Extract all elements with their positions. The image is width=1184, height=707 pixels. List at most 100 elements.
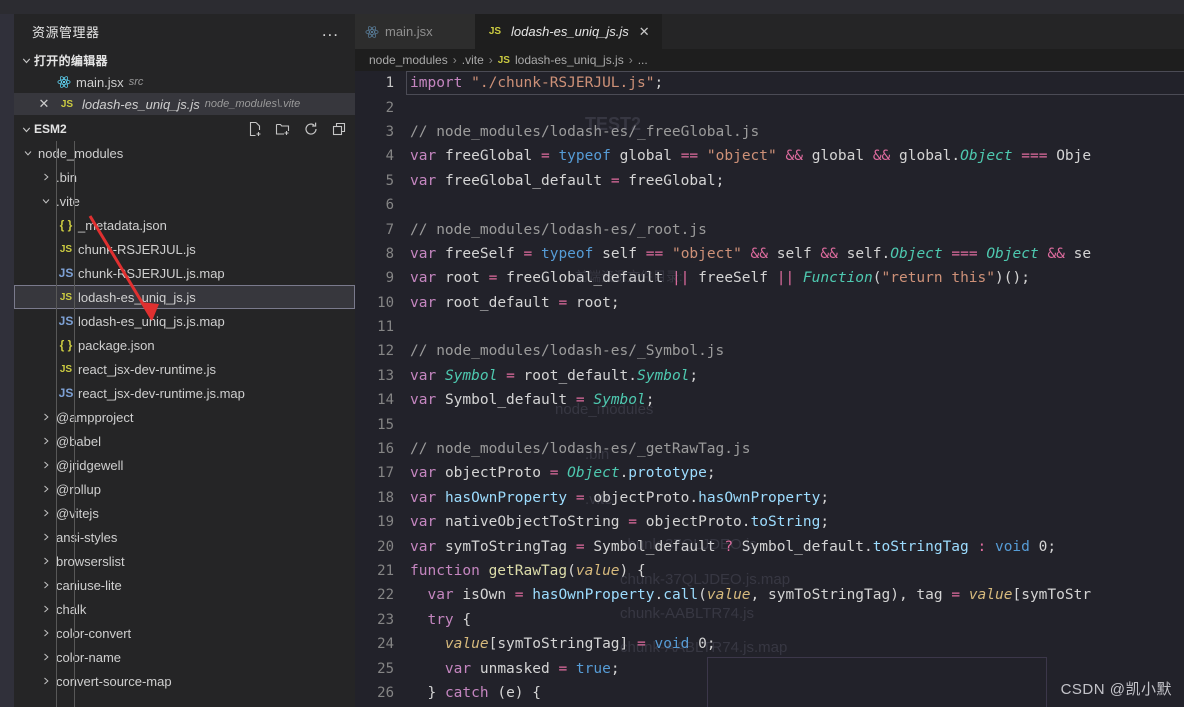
tree-item--vite[interactable]: .vite	[14, 189, 355, 213]
activity-bar[interactable]	[0, 14, 14, 707]
code-line-18[interactable]: 18 var hasOwnProperty = objectProto.hasOw…	[355, 486, 1184, 510]
chevron-right-icon[interactable]	[38, 531, 54, 543]
code-line-19[interactable]: 19 var nativeObjectToString = objectProto…	[355, 510, 1184, 534]
chevron-right-icon[interactable]	[38, 411, 54, 423]
chevron-down-icon[interactable]	[20, 147, 36, 159]
tree-item-color-convert[interactable]: color-convert	[14, 621, 355, 645]
code-line-7[interactable]: 7 // node_modules/lodash-es/_root.js	[355, 217, 1184, 241]
code-line-11[interactable]: 11	[355, 315, 1184, 339]
tree-item-convert-source-map[interactable]: convert-source-map	[14, 669, 355, 693]
chevron-right-icon[interactable]	[38, 675, 54, 687]
breadcrumb-item-file[interactable]: lodash-es_uniq_js.js	[515, 53, 624, 67]
tree-item--jridgewell[interactable]: @jridgewell	[14, 453, 355, 477]
refresh-icon[interactable]	[303, 121, 319, 137]
code-line-22[interactable]: 22 var isOwn = hasOwnProperty.call(value…	[355, 583, 1184, 607]
chevron-right-icon[interactable]	[38, 579, 54, 591]
tree-item--ampproject[interactable]: @ampproject	[14, 405, 355, 429]
editor-tabs[interactable]: main.jsx JS lodash-es_uniq_js.js ✕	[355, 14, 1184, 49]
code-line-text: var isOwn = hasOwnProperty.call(value, s…	[427, 587, 1092, 604]
code-editor[interactable]: node_modules .bin .vite chunk-37QLJDEO.j…	[355, 71, 1184, 707]
code-line-24[interactable]: 24 value[symToStringTag] = void 0;	[355, 632, 1184, 656]
open-editors-header[interactable]: 打开的编辑器	[14, 49, 355, 71]
chevron-down-icon	[18, 121, 34, 137]
code-line-12[interactable]: 12 // node_modules/lodash-es/_Symbol.js	[355, 339, 1184, 363]
code-line-23[interactable]: 23 try {	[355, 608, 1184, 632]
chevron-right-icon[interactable]	[38, 627, 54, 639]
code-line-15[interactable]: 15	[355, 412, 1184, 436]
line-number: 19	[377, 514, 394, 531]
code-line-3[interactable]: 3 // node_modules/lodash-es/_freeGlobal.j…	[355, 120, 1184, 144]
tree-item-chalk[interactable]: chalk	[14, 597, 355, 621]
tab-lodash-es-uniq[interactable]: JS lodash-es_uniq_js.js ✕	[475, 14, 662, 49]
chevron-right-icon[interactable]	[38, 435, 54, 447]
new-folder-icon[interactable]	[275, 121, 291, 137]
chevron-right-icon[interactable]	[38, 507, 54, 519]
tree-item-package-json[interactable]: { } package.json	[14, 333, 355, 357]
line-number: 3	[385, 123, 394, 140]
code-line-8[interactable]: 8 var freeSelf = typeof self == "object" …	[355, 242, 1184, 266]
code-line-text: function getRawTag(value) {	[410, 563, 646, 579]
tree-item-lodash-es-uniq-js-js[interactable]: JS lodash-es_uniq_js.js	[14, 285, 355, 309]
file-tree[interactable]: node_modules .bin .vite { } _metadata.json JS…	[14, 141, 355, 707]
more-actions-icon[interactable]: ...	[322, 22, 339, 39]
tree-item--babel[interactable]: @babel	[14, 429, 355, 453]
tree-item--metadata-json[interactable]: { } _metadata.json	[14, 213, 355, 237]
code-line-text: var Symbol = root_default.Symbol;	[410, 367, 699, 384]
breadcrumb[interactable]: node_modules › .vite › JS lodash-es_uniq…	[355, 49, 1184, 71]
code-line-13[interactable]: 13 var Symbol = root_default.Symbol;	[355, 364, 1184, 388]
tree-item-label: .vite	[56, 193, 80, 209]
code-line-6[interactable]: 6	[355, 193, 1184, 217]
code-line-4[interactable]: 4 var freeGlobal = typeof global == "obje…	[355, 144, 1184, 168]
line-number: 8	[385, 245, 394, 262]
collapse-all-icon[interactable]	[331, 121, 347, 137]
chevron-down-icon[interactable]	[38, 195, 54, 207]
tree-item-caniuse-lite[interactable]: caniuse-lite	[14, 573, 355, 597]
tree-item--bin[interactable]: .bin	[14, 165, 355, 189]
code-line-17[interactable]: 17 var objectProto = Object.prototype;	[355, 461, 1184, 485]
code-line-16[interactable]: 16 // node_modules/lodash-es/_getRawTag.j…	[355, 437, 1184, 461]
code-line-5[interactable]: 5 var freeGlobal_default = freeGlobal;	[355, 169, 1184, 193]
tree-item-ansi-styles[interactable]: ansi-styles	[14, 525, 355, 549]
tab-main-jsx[interactable]: main.jsx	[355, 14, 475, 49]
close-icon[interactable]: ✕	[639, 24, 650, 40]
chevron-right-icon[interactable]	[38, 651, 54, 663]
code-line-9[interactable]: 9 var root = freeGlobal_default || freeSe…	[355, 266, 1184, 290]
sourcemap-file-icon: JS	[58, 386, 74, 400]
tree-item--rollup[interactable]: @rollup	[14, 477, 355, 501]
tree-item-browserslist[interactable]: browserslist	[14, 549, 355, 573]
tree-item-react-jsx-dev-runtime-js[interactable]: JS react_jsx-dev-runtime.js	[14, 357, 355, 381]
chevron-right-icon[interactable]	[38, 459, 54, 471]
tree-item--vitejs[interactable]: @vitejs	[14, 501, 355, 525]
new-file-icon[interactable]	[247, 121, 263, 137]
breadcrumb-item-node-modules[interactable]: node_modules	[369, 53, 448, 67]
tree-item-chunk-rsjerjul-js-map[interactable]: JS chunk-RSJERJUL.js.map	[14, 261, 355, 285]
breadcrumb-item-more[interactable]: ...	[638, 53, 648, 67]
tree-item-color-name[interactable]: color-name	[14, 645, 355, 669]
code-line-10[interactable]: 10 var root_default = root;	[355, 291, 1184, 315]
code-line-1[interactable]: 1 import "./chunk-RSJERJUL.js";	[355, 71, 1184, 96]
open-editor-close-icon[interactable]: ✕	[36, 96, 52, 112]
code-line-text: var root = freeGlobal_default || freeSel…	[410, 270, 1030, 287]
chevron-right-icon[interactable]	[38, 555, 54, 567]
code-line-14[interactable]: 14 var Symbol_default = Symbol;	[355, 388, 1184, 412]
breadcrumb-item-vite[interactable]: .vite	[462, 53, 484, 67]
tree-item-lodash-es-uniq-js-js-map[interactable]: JS lodash-es_uniq_js.js.map	[14, 309, 355, 333]
chevron-right-icon[interactable]	[38, 483, 54, 495]
tree-item-node-modules[interactable]: node_modules	[14, 141, 355, 165]
code-line-20[interactable]: 20 var symToStringTag = Symbol_default ? …	[355, 534, 1184, 558]
line-number: 6	[385, 197, 394, 214]
line-number: 14	[377, 392, 394, 409]
code-line-2[interactable]: 2	[355, 95, 1184, 119]
workspace-root-header[interactable]: ESM2	[14, 117, 355, 141]
code-line-text: // node_modules/lodash-es/_getRawTag.js	[410, 441, 751, 458]
explorer-title-label: 资源管理器	[32, 25, 100, 40]
open-editor-lodash[interactable]: ✕ JS lodash-es_uniq_js.js node_modules\.…	[14, 93, 355, 115]
js-file-icon: JS	[59, 363, 73, 375]
open-editor-main-jsx[interactable]: main.jsx src	[14, 71, 355, 93]
chevron-right-icon[interactable]	[38, 171, 54, 183]
tree-item-react-jsx-dev-runtime-js-map[interactable]: JS react_jsx-dev-runtime.js.map	[14, 381, 355, 405]
chevron-right-icon[interactable]	[38, 603, 54, 615]
workspace-root-label: ESM2	[34, 122, 67, 136]
tree-item-chunk-rsjerjul-js[interactable]: JS chunk-RSJERJUL.js	[14, 237, 355, 261]
code-line-21[interactable]: 21 function getRawTag(value) {	[355, 559, 1184, 583]
